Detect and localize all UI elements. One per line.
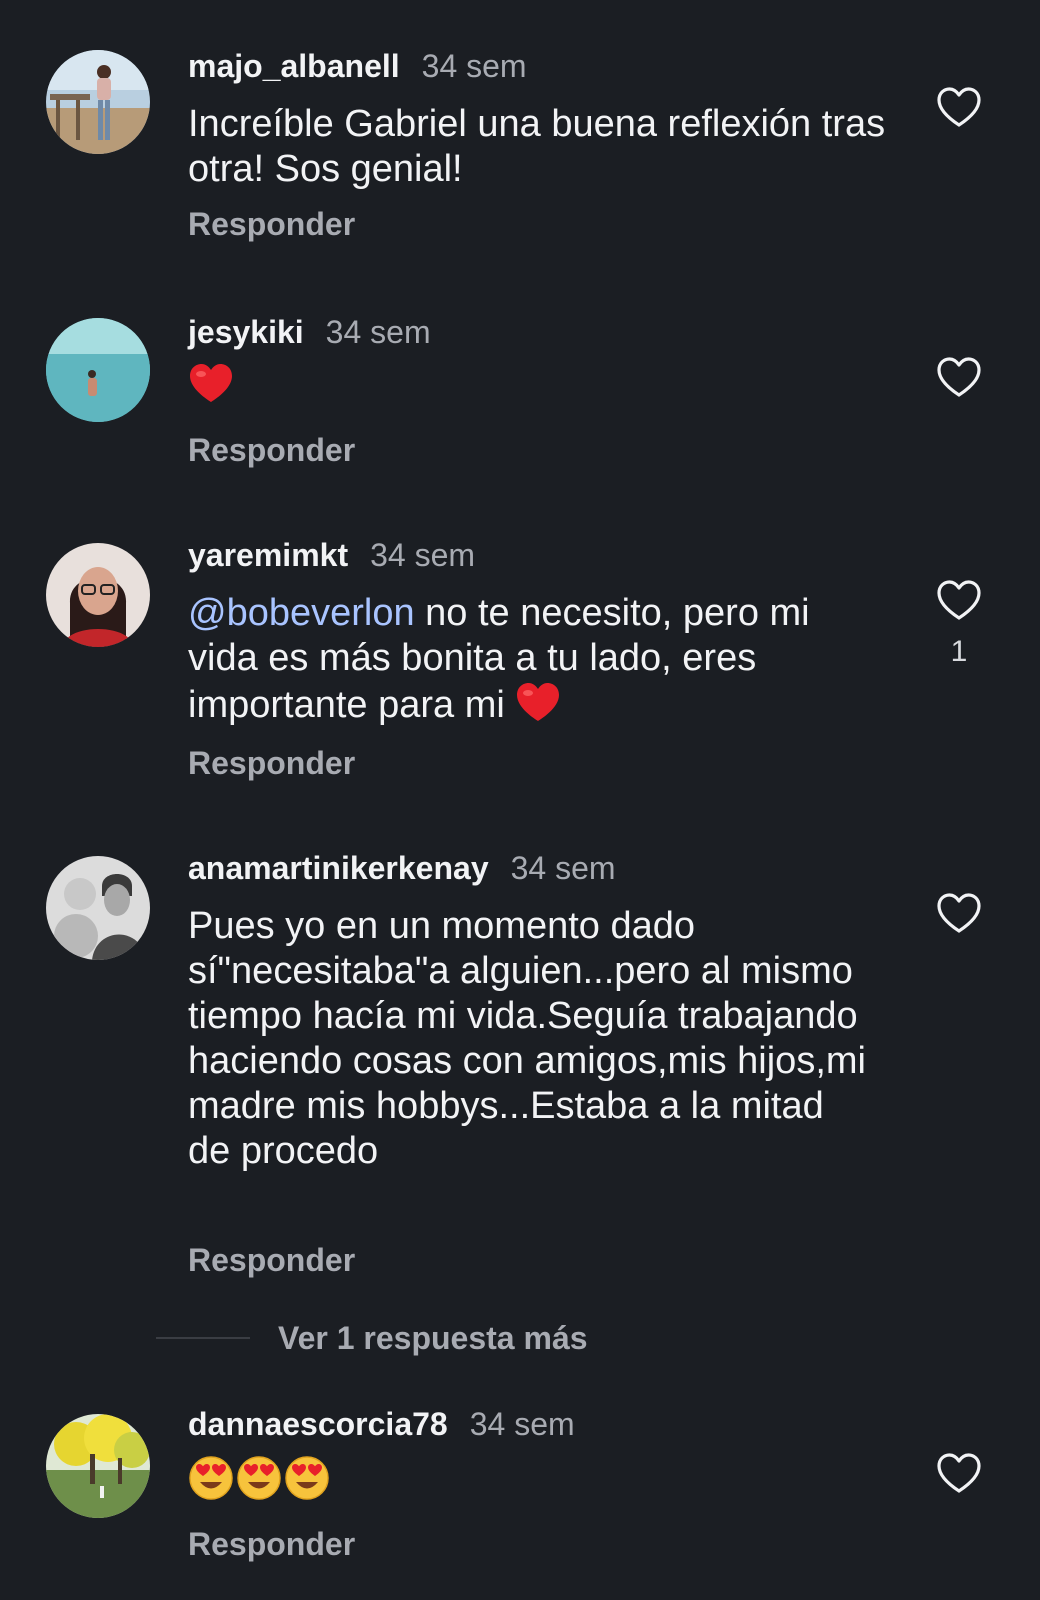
heart-outline-icon[interactable] [936, 356, 982, 398]
comment-text: Increíble Gabriel una buena reflexión tr… [188, 103, 886, 190]
heart-outline-icon[interactable] [936, 86, 982, 128]
heart-outline-icon[interactable] [936, 579, 982, 621]
reply-button[interactable]: Responder [188, 1240, 355, 1280]
comment-time: 34 sem [510, 850, 616, 886]
view-more-replies[interactable]: Ver 1 respuesta más [156, 1318, 588, 1358]
heart-eyes-emoji [237, 1456, 281, 1500]
reply-button[interactable]: Responder [188, 743, 355, 783]
comment-text [188, 362, 888, 409]
heart-outline-icon[interactable] [936, 892, 982, 934]
mention-link[interactable]: @bobeverlon [188, 592, 415, 634]
reply-button[interactable]: Responder [188, 430, 355, 470]
heart-eyes-emoji [189, 1456, 233, 1500]
avatar[interactable] [46, 543, 150, 647]
comment-username[interactable]: anamartinikerkenay [188, 850, 489, 886]
heart-outline-icon[interactable] [936, 1452, 982, 1494]
comment-username[interactable]: yaremimkt [188, 537, 348, 573]
avatar[interactable] [46, 50, 150, 154]
reply-button[interactable]: Responder [188, 1524, 355, 1564]
comment-username[interactable]: jesykiki [188, 314, 304, 350]
avatar[interactable] [46, 856, 150, 960]
comment-text [188, 1454, 888, 1501]
red-heart-emoji [517, 683, 560, 721]
comment-time: 34 sem [325, 314, 431, 350]
replies-divider [156, 1337, 250, 1339]
comment-username[interactable]: majo_albanell [188, 48, 400, 84]
view-more-replies-label[interactable]: Ver 1 respuesta más [278, 1320, 588, 1357]
red-heart-emoji [190, 364, 232, 402]
comment-text: Pues yo en un momento dado sí"necesitaba… [188, 905, 866, 1172]
like-count: 1 [950, 635, 968, 668]
reply-button[interactable]: Responder [188, 204, 355, 244]
comment-time: 34 sem [469, 1406, 575, 1442]
avatar[interactable] [46, 1414, 150, 1518]
comment-text: @bobeverlon no te necesito, pero mi vida… [188, 591, 888, 728]
comment-time: 34 sem [421, 48, 527, 84]
comment-username[interactable]: dannaescorcia78 [188, 1406, 448, 1442]
heart-eyes-emoji [285, 1456, 329, 1500]
comment-time: 34 sem [370, 537, 476, 573]
avatar[interactable] [46, 318, 150, 422]
